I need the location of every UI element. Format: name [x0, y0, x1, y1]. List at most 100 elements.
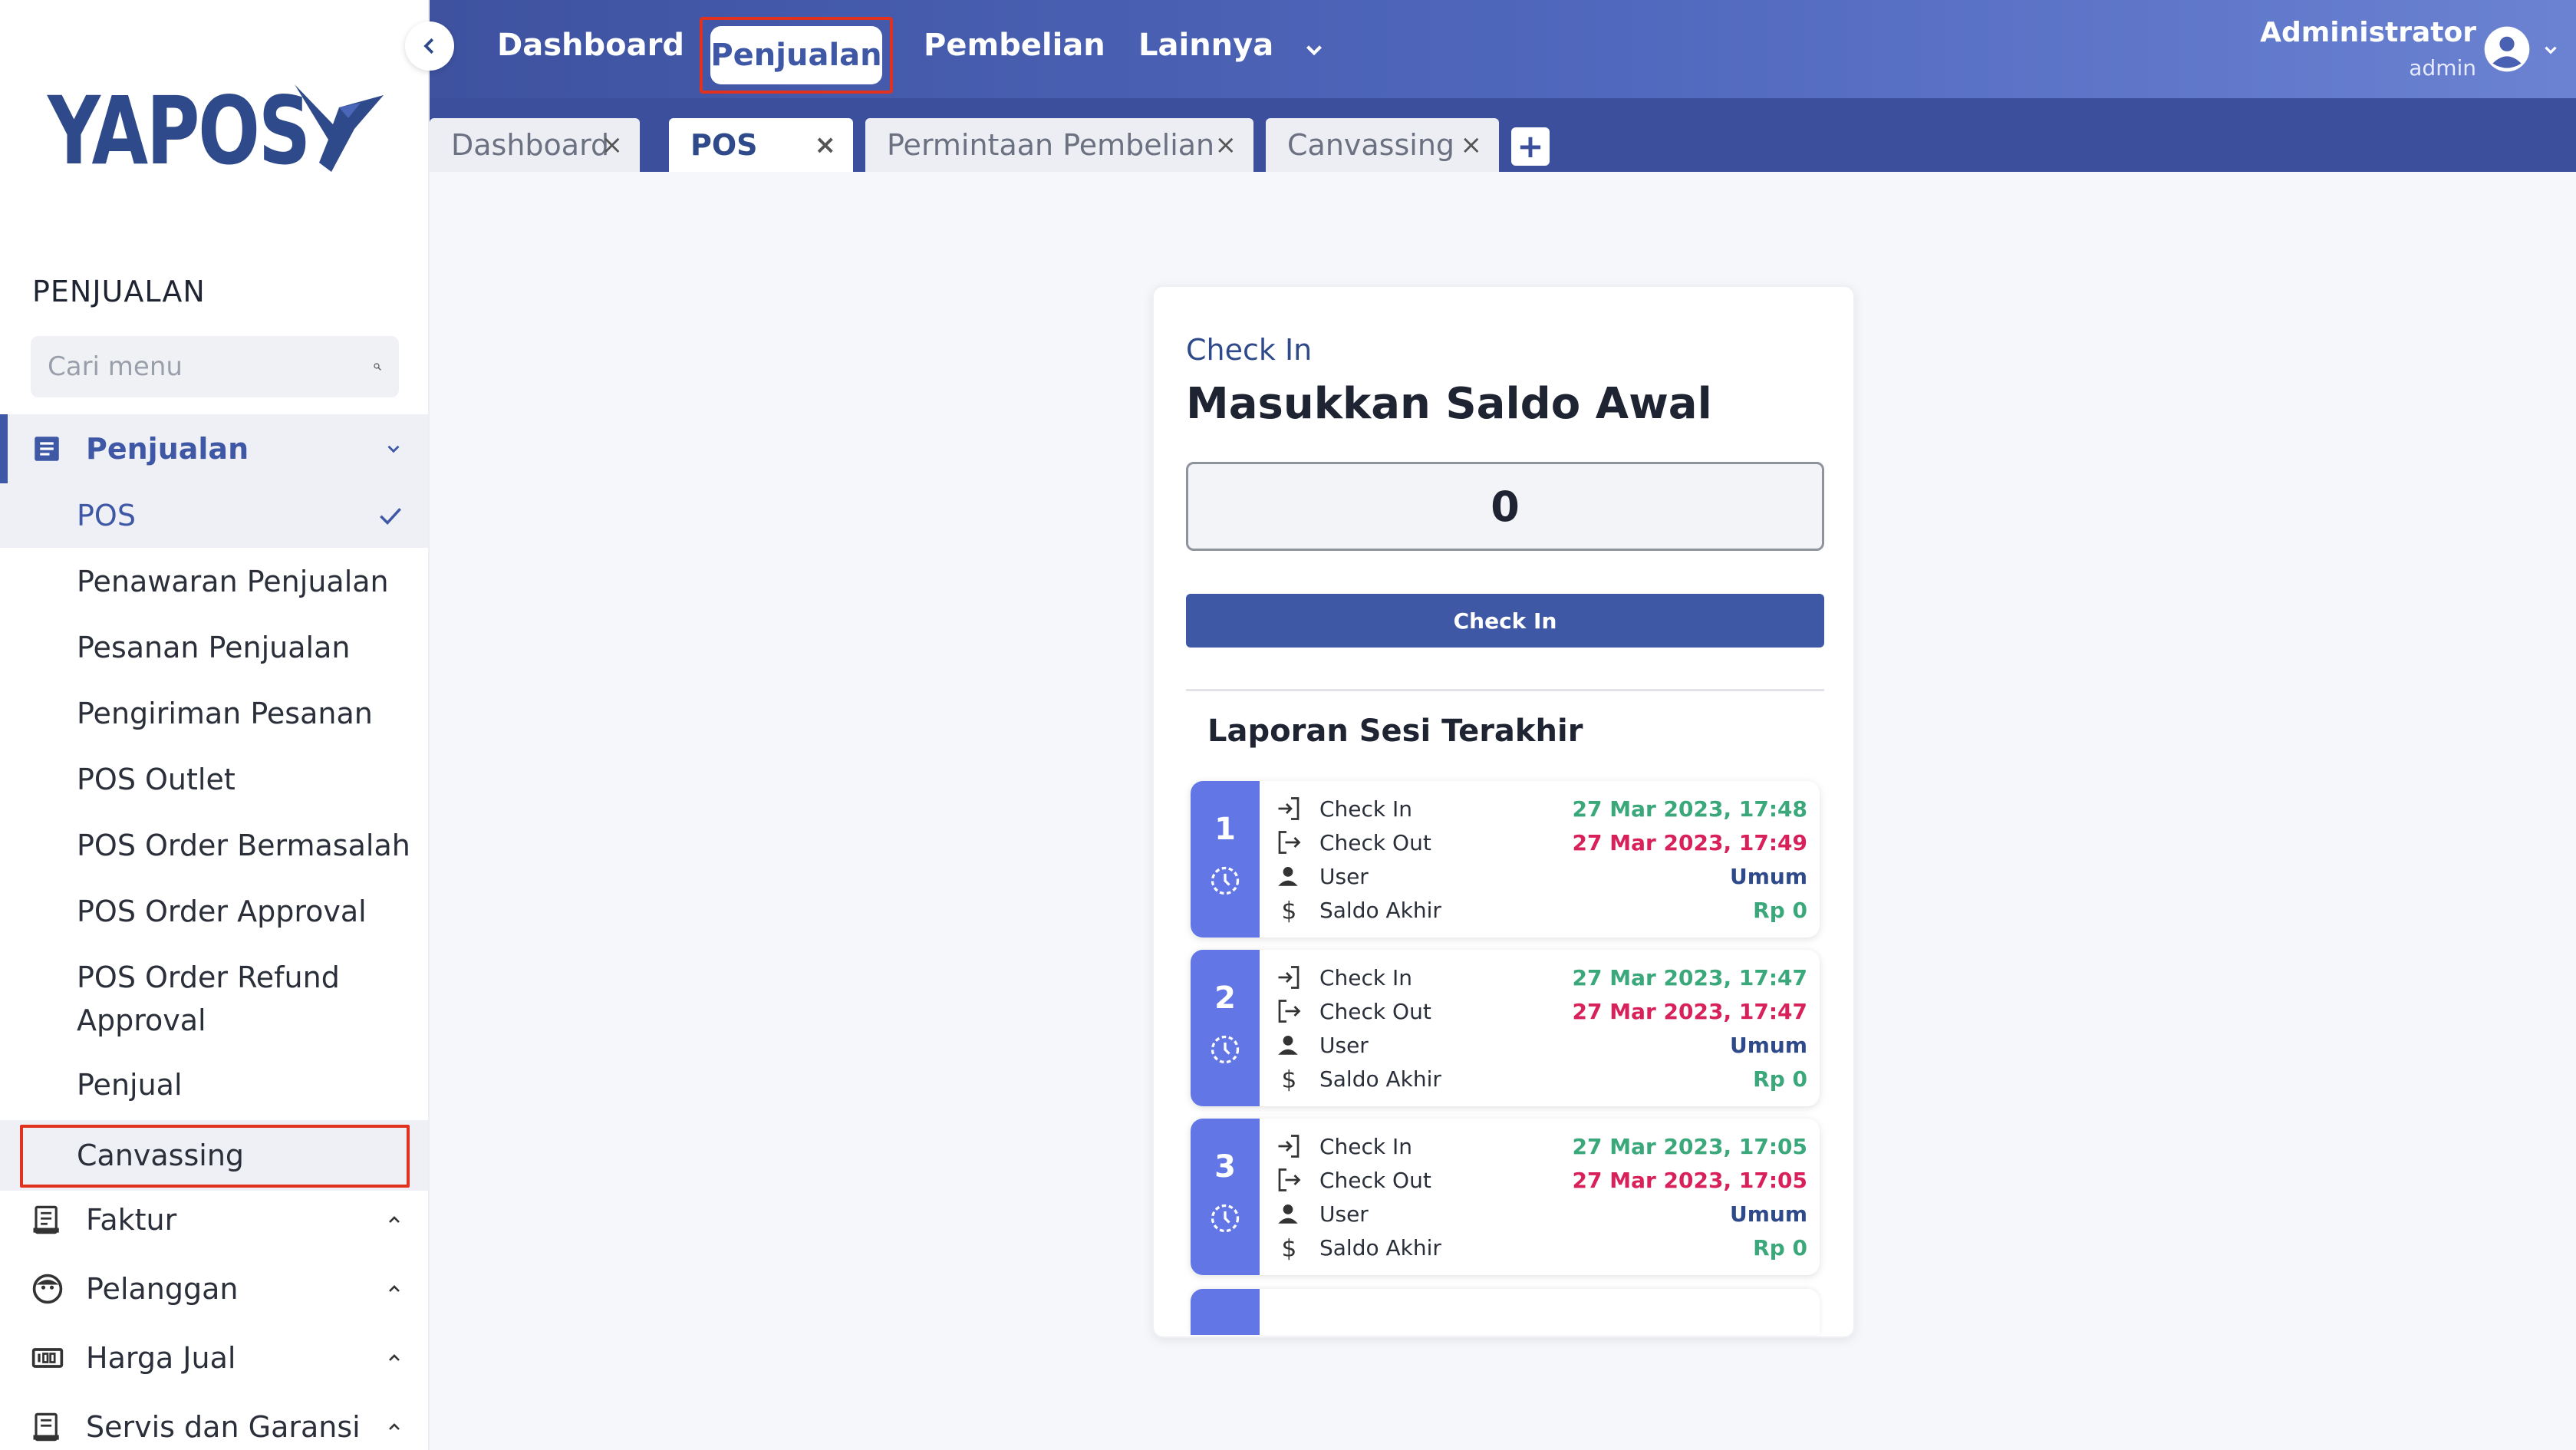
- saldo-akhir-row: $ Saldo Akhir Rp 0: [1275, 1062, 1808, 1096]
- check-out-time: 27 Mar 2023, 17:47: [1572, 998, 1807, 1024]
- nav-dashboard[interactable]: Dashboard: [497, 28, 684, 63]
- app-logo: YAPOS: [48, 77, 384, 186]
- check-in-row: Check In 27 Mar 2023, 17:48: [1275, 792, 1807, 826]
- saldo-akhir-value: Rp 0: [1753, 897, 1807, 923]
- session-badge: [1191, 1289, 1260, 1335]
- search-icon[interactable]: [373, 355, 382, 378]
- chevron-up-icon[interactable]: [385, 1280, 404, 1298]
- sidebar-group-label: Faktur: [86, 1203, 177, 1237]
- customer-face-icon: [32, 1274, 63, 1304]
- sidebar-group-harga-jual[interactable]: Harga Jual: [0, 1335, 428, 1381]
- user-icon: [1278, 1035, 1298, 1055]
- tab-dashboard[interactable]: Dashboard ×: [430, 118, 640, 172]
- user-icon: [1278, 866, 1298, 886]
- chevron-down-icon[interactable]: [384, 439, 404, 459]
- chevron-down-icon[interactable]: [1301, 37, 1327, 63]
- nav-pembelian[interactable]: Pembelian: [924, 28, 1105, 63]
- bird-logo-icon: [295, 84, 384, 172]
- tab-permintaan-pembelian[interactable]: Permintaan Pembelian ×: [865, 118, 1253, 172]
- sidebar-item-label: Pengiriman Pesanan: [77, 697, 373, 730]
- close-icon[interactable]: ×: [815, 130, 837, 160]
- sidebar-item-penjual[interactable]: Penjual: [0, 1063, 428, 1106]
- sidebar-group-penjualan[interactable]: Penjualan: [0, 414, 428, 483]
- check-out-row: Check Out 27 Mar 2023, 17:47: [1275, 994, 1807, 1028]
- session-card: 2 Check In 27 Mar 2023, 17:47 Check Out …: [1191, 950, 1820, 1106]
- sidebar-item-pengiriman-pesanan[interactable]: Pengiriman Pesanan: [0, 692, 428, 735]
- close-icon[interactable]: ×: [1461, 130, 1483, 160]
- row-label: Check In: [1319, 1133, 1413, 1159]
- add-tab-button[interactable]: +: [1511, 127, 1550, 166]
- sidebar-item-pos-outlet[interactable]: POS Outlet: [0, 758, 428, 801]
- user-row: User Umum: [1275, 859, 1807, 893]
- check-out-row: Check Out 27 Mar 2023, 17:05: [1275, 1163, 1807, 1197]
- sidebar-item-label: Pesanan Penjualan: [77, 631, 351, 664]
- check-out-time: 27 Mar 2023, 17:05: [1572, 1167, 1807, 1193]
- session-number: 3: [1214, 1149, 1236, 1185]
- chevron-up-icon[interactable]: [385, 1349, 404, 1367]
- login-icon: [1278, 797, 1300, 820]
- check-in-time: 27 Mar 2023, 17:47: [1572, 964, 1807, 990]
- session-badge: 1: [1191, 781, 1260, 938]
- row-label: Check In: [1319, 796, 1413, 822]
- check-in-row: Check In 27 Mar 2023, 17:47: [1275, 961, 1807, 994]
- row-label: Saldo Akhir: [1319, 1066, 1441, 1092]
- sidebar-group-servis-dan-garansi[interactable]: Servis dan Garansi: [0, 1404, 428, 1450]
- check-in-time: 27 Mar 2023, 17:48: [1572, 796, 1807, 822]
- sidebar-group-label: Servis dan Garansi: [86, 1410, 361, 1444]
- saldo-akhir-row: $ Saldo Akhir Rp 0: [1275, 1231, 1808, 1264]
- sidebar-group-label: Pelanggan: [86, 1272, 239, 1306]
- chevron-up-icon[interactable]: [385, 1211, 404, 1229]
- menu-search-box[interactable]: [31, 336, 399, 397]
- sidebar-group-pelanggan[interactable]: Pelanggan: [0, 1266, 428, 1312]
- user-row: User Umum: [1275, 1028, 1807, 1062]
- sidebar-item-label: POS: [77, 499, 136, 532]
- row-label: Check Out: [1319, 998, 1431, 1024]
- session-badge: 2: [1191, 950, 1260, 1106]
- sidebar-item-pos-order-bermasalah[interactable]: POS Order Bermasalah: [0, 824, 428, 867]
- session-user: Umum: [1729, 863, 1807, 889]
- chevron-up-icon[interactable]: [385, 1418, 404, 1436]
- session-card: 1 Check In 27 Mar 2023, 17:48 Check Out …: [1191, 781, 1820, 938]
- logout-icon: [1278, 831, 1301, 854]
- sidebar-item-pesanan-penjualan[interactable]: Pesanan Penjualan: [0, 626, 428, 669]
- tab-label: Dashboard: [451, 128, 610, 162]
- login-icon: [1278, 966, 1300, 989]
- tab-canvassing[interactable]: Canvassing ×: [1266, 118, 1499, 172]
- sidebar-item-pos-order-approval[interactable]: POS Order Approval: [0, 890, 428, 933]
- sidebar-collapse-button[interactable]: [405, 21, 454, 71]
- sidebar-item-penawaran-penjualan[interactable]: Penawaran Penjualan: [0, 560, 428, 603]
- nav-lainnya[interactable]: Lainnya: [1138, 28, 1273, 63]
- sidebar-item-pos[interactable]: POS: [0, 483, 428, 548]
- tab-label: POS: [690, 128, 758, 162]
- row-label: Saldo Akhir: [1319, 1234, 1441, 1261]
- sidebar-group-faktur[interactable]: Faktur: [0, 1197, 428, 1243]
- sidebar-item-pos-order-refund-approval[interactable]: POS Order Refund Approval: [0, 956, 428, 1042]
- price-tag-icon: [31, 1348, 64, 1368]
- row-label: User: [1319, 1201, 1369, 1227]
- sidebar-item-label: POS Order Approval: [77, 895, 367, 928]
- close-icon[interactable]: ×: [1215, 130, 1237, 160]
- nav-penjualan[interactable]: Penjualan: [710, 26, 882, 84]
- row-label: User: [1319, 863, 1369, 889]
- session-number: 2: [1214, 980, 1236, 1016]
- divider: [1186, 689, 1824, 691]
- close-icon[interactable]: ×: [601, 130, 624, 160]
- tab-label: Permintaan Pembelian: [887, 128, 1215, 162]
- row-label: Saldo Akhir: [1319, 897, 1441, 923]
- check-in-button[interactable]: Check In: [1186, 594, 1824, 648]
- user-avatar-icon[interactable]: [2482, 25, 2532, 74]
- check-out-time: 27 Mar 2023, 17:49: [1572, 829, 1807, 855]
- logo-text: YAPOS: [48, 77, 311, 186]
- sidebar-item-label: Penawaran Penjualan: [77, 565, 389, 598]
- sidebar-group-label: Harga Jual: [86, 1341, 236, 1375]
- session-card-partial: [1191, 1289, 1820, 1335]
- saldo-akhir-value: Rp 0: [1753, 1066, 1807, 1092]
- nav-penjualan-highlight: Penjualan: [700, 17, 893, 94]
- row-label: Check Out: [1319, 829, 1431, 855]
- saldo-akhir-value: Rp 0: [1753, 1234, 1807, 1261]
- user-name: Administrator: [2260, 17, 2476, 48]
- tab-pos[interactable]: POS ×: [669, 118, 853, 172]
- menu-search-input[interactable]: [48, 351, 373, 382]
- saldo-awal-input[interactable]: 0: [1186, 462, 1824, 551]
- user-menu-chevron-icon[interactable]: [2541, 40, 2561, 60]
